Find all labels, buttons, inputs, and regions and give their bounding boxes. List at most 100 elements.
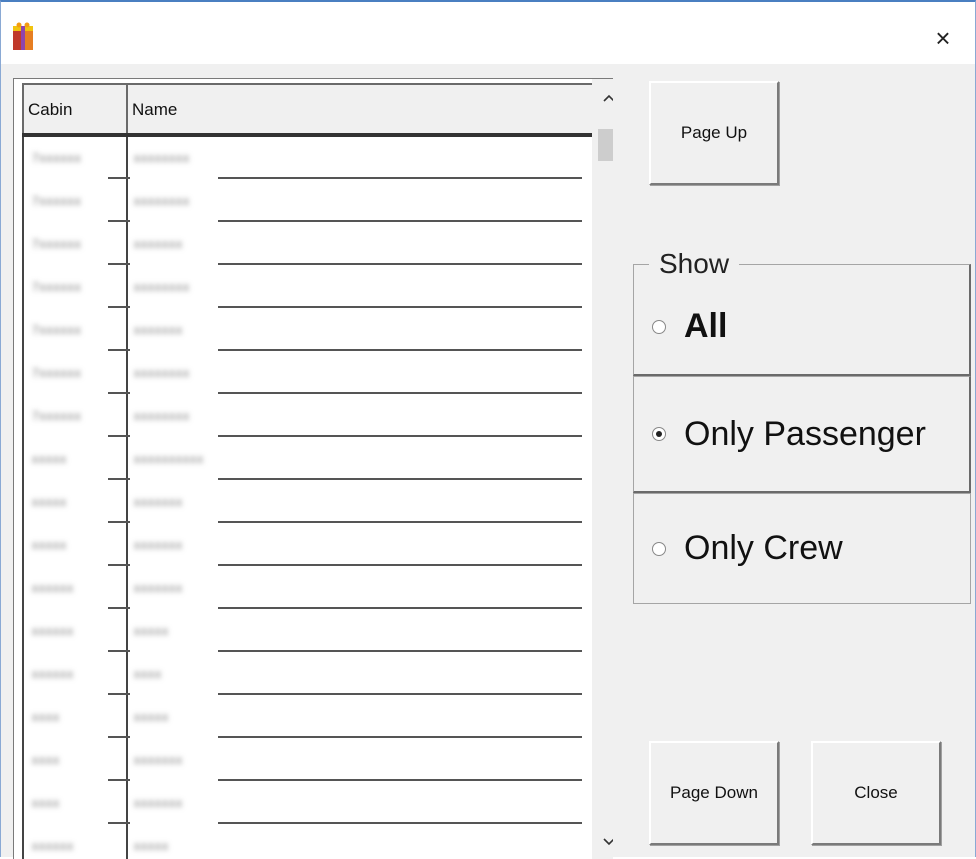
cabin-value: xxxxxx [32, 581, 74, 595]
table-row[interactable]: 7xxxxxx xxxxxxxx [22, 266, 582, 309]
table-row[interactable]: xxxxx xxxxxxx [22, 524, 582, 567]
table-row[interactable]: 7xxxxxx xxxxxxx [22, 223, 582, 266]
table-row[interactable]: xxxxxx xxxx [22, 653, 582, 696]
scroll-down-icon[interactable] [592, 827, 613, 857]
cabin-cell: 7xxxxxx [24, 309, 112, 351]
cabin-value: 7xxxxxx [32, 323, 82, 337]
row-divider-left [108, 650, 130, 652]
scroll-thumb[interactable] [598, 129, 613, 161]
row-divider-left [108, 177, 130, 179]
cabin-cell: xxxxxx [24, 610, 112, 652]
cabin-value: 7xxxxxx [32, 409, 82, 423]
row-divider-right [218, 521, 582, 523]
cabin-cell: 7xxxxxx [24, 180, 112, 222]
name-cell: xxxxxxx [126, 223, 582, 265]
table-row[interactable]: 7xxxxxx xxxxxxxx [22, 180, 582, 223]
name-value: xxxxxxx [134, 495, 183, 509]
radio-all-indicator[interactable] [652, 319, 666, 334]
radio-only-crew-indicator[interactable] [652, 541, 666, 556]
close-icon[interactable]: × [921, 16, 965, 60]
title-bar: × [1, 2, 975, 64]
table-row[interactable]: xxxxxxxxxxx [22, 739, 582, 782]
table-row[interactable]: xxxxxx xxxxxxx [22, 567, 582, 610]
page-up-button[interactable]: Page Up [649, 81, 779, 185]
cabin-value: xxxxx [32, 538, 67, 552]
row-divider-right [218, 693, 582, 695]
table-row[interactable]: 7xxxxxx xxxxxxxx [22, 395, 582, 438]
table-row[interactable]: xxxxx xxxxxxx [22, 481, 582, 524]
show-filter-group: All Only Passenger Only Crew Show [633, 248, 971, 604]
name-value: xxxxxxx [134, 538, 183, 552]
grid-content: Cabin Name 7xxxxxx xxxxxxxx 7xxxxxx xxxxxxx… [22, 83, 592, 859]
cabin-cell: 7xxxxxx [24, 137, 112, 179]
table-row[interactable]: xxxx xxxxx [22, 696, 582, 739]
cabin-cell: xxxxx [24, 524, 112, 566]
name-value: xxxxxxx [134, 796, 183, 810]
table-row[interactable]: xxxxxxxxxxx [22, 782, 582, 825]
table-row[interactable]: xxxxxxxxxxx [22, 610, 582, 653]
cabin-cell: xxxxx [24, 481, 112, 523]
name-cell: xxxxx [126, 696, 582, 738]
radio-only-crew-label: Only Crew [684, 529, 843, 567]
cabin-cell: 7xxxxxx [24, 352, 112, 394]
radio-only-crew[interactable]: Only Crew [633, 493, 971, 604]
cabin-value: 7xxxxxx [32, 237, 82, 251]
table-row[interactable]: xxxxx xxxxxxxxxx [22, 438, 582, 481]
cabin-cell: 7xxxxxx [24, 223, 112, 265]
row-divider-left [108, 693, 130, 695]
row-divider-right [218, 220, 582, 222]
row-divider-right [218, 564, 582, 566]
grid-header: Cabin Name [22, 83, 592, 135]
name-cell: xxxxx [126, 610, 582, 652]
row-divider-right [218, 349, 582, 351]
name-value: xxxxx [134, 839, 169, 853]
radio-only-passenger[interactable]: Only Passenger [633, 376, 971, 493]
cabin-value: 7xxxxxx [32, 280, 82, 294]
column-header-name[interactable]: Name [128, 85, 592, 135]
table-row[interactable]: 7xxxxxx xxxxxxxx [22, 137, 582, 180]
row-divider-left [108, 779, 130, 781]
radio-only-passenger-indicator[interactable] [652, 427, 666, 441]
radio-only-passenger-label: Only Passenger [684, 414, 926, 453]
row-divider-left [108, 607, 130, 609]
page-down-label: Page Down [670, 783, 758, 802]
name-value: xxxxxxx [134, 753, 183, 767]
name-cell: xxxxxxxxxx [126, 438, 582, 480]
cabin-value: xxxx [32, 796, 60, 810]
name-value: xxxxxxxx [134, 409, 190, 423]
cabin-cell: xxxx [24, 782, 112, 824]
guest-grid[interactable]: Cabin Name 7xxxxxx xxxxxxxx 7xxxxxx xxxxxxx… [13, 78, 613, 859]
table-row[interactable]: 7xxxxxx xxxxxxx [22, 309, 582, 352]
row-divider-left [108, 306, 130, 308]
table-row[interactable]: 7xxxxxx xxxxxxxx [22, 352, 582, 395]
cabin-cell: xxxxxx [24, 653, 112, 695]
name-cell: xxxxxxx [126, 567, 582, 609]
row-divider-left [108, 263, 130, 265]
column-header-cabin[interactable]: Cabin [24, 85, 128, 135]
name-cell: xxxxxxxx [126, 180, 582, 222]
row-divider-left [108, 822, 130, 824]
row-divider-left [108, 220, 130, 222]
close-button[interactable]: Close [811, 741, 941, 845]
cabin-value: 7xxxxxx [32, 366, 82, 380]
app-icon [13, 22, 33, 50]
name-value: xxxxxxxx [134, 194, 190, 208]
row-divider-left [108, 349, 130, 351]
row-divider-right [218, 779, 582, 781]
scroll-up-icon[interactable] [592, 83, 613, 113]
row-divider-left [108, 736, 130, 738]
name-value: xxxxxxx [134, 323, 183, 337]
cabin-value: xxxxxx [32, 839, 74, 853]
cabin-value: xxxxx [32, 452, 67, 466]
name-value: xxxxxxxxxx [134, 452, 204, 466]
name-cell: xxxxxxx [126, 782, 582, 824]
page-down-button[interactable]: Page Down [649, 741, 779, 845]
radio-all[interactable]: All [633, 264, 971, 376]
name-cell: xxxxxxx [126, 481, 582, 523]
cabin-value: xxxx [32, 710, 60, 724]
cabin-cell: 7xxxxxx [24, 266, 112, 308]
table-row[interactable]: xxxxxxxxxxx [22, 825, 582, 859]
name-value: xxxxx [134, 710, 169, 724]
vertical-scrollbar[interactable] [592, 79, 613, 859]
cabin-cell: xxxxxx [24, 567, 112, 609]
